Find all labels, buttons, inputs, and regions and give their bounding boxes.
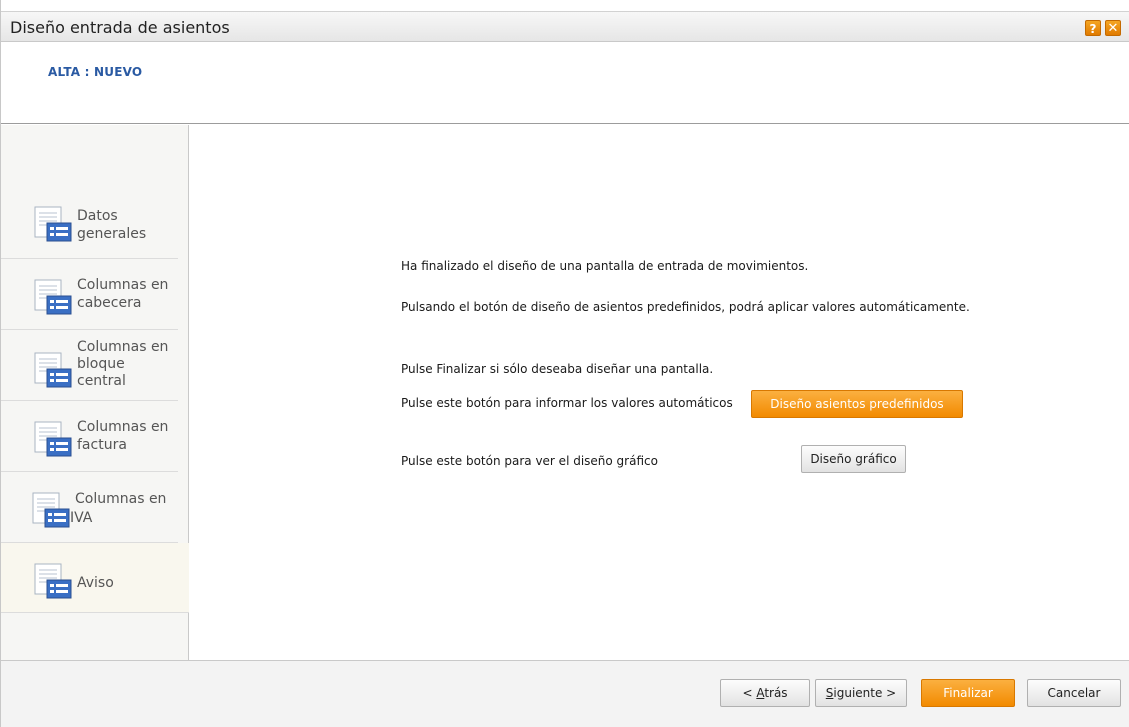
title-bar: Diseño entrada de asientos ? ✕ (1, 11, 1129, 42)
step-label-line2: IVA (70, 510, 93, 526)
window-title: Diseño entrada de asientos (10, 18, 230, 37)
message-auto-values: Pulse este botón para informar los valor… (401, 396, 733, 410)
form-icon (34, 206, 72, 242)
help-icon[interactable]: ? (1085, 20, 1101, 36)
predefined-entries-button[interactable]: Diseño asientos predefinidos (751, 390, 963, 418)
form-icon (34, 563, 72, 599)
next-button[interactable]: Siguiente > (815, 679, 907, 707)
step-label-line2: bloque (77, 356, 125, 372)
wizard-window: Diseño entrada de asientos ? ✕ ALTA : NU… (0, 0, 1129, 727)
step-label-line2: cabecera (77, 295, 142, 311)
step-aviso[interactable]: Aviso (1, 543, 189, 613)
step-label-line1: Columnas en (77, 419, 169, 435)
step-label-line3: central (77, 373, 126, 389)
back-label-rest: trás (764, 686, 788, 700)
step-label-line1: Columnas en (75, 491, 167, 507)
step-columnas-cabecera[interactable]: Columnas en cabecera (1, 259, 178, 330)
mode-label: ALTA : NUEVO (48, 65, 143, 79)
message-finished: Ha finalizado el diseño de una pantalla … (401, 259, 809, 273)
wizard-footer: < Atrás Siguiente > Finalizar Cancelar (1, 660, 1129, 727)
close-icon[interactable]: ✕ (1105, 20, 1121, 36)
form-icon (34, 352, 72, 388)
step-label-line1: Columnas en (77, 339, 169, 355)
form-icon (34, 279, 72, 315)
step-label-line1: Aviso (77, 575, 114, 591)
mode-header: ALTA : NUEVO (1, 43, 1129, 124)
graphic-design-button[interactable]: Diseño gráfico (801, 445, 906, 473)
step-label-line2: factura (77, 437, 127, 453)
step-datos-generales[interactable]: Datos generales (1, 188, 178, 259)
step-label-line2: generales (77, 226, 147, 242)
form-icon (32, 492, 70, 528)
back-button[interactable]: < Atrás (720, 679, 810, 707)
next-label-rest: iguiente > (833, 686, 897, 700)
message-predefined: Pulsando el botón de diseño de asientos … (401, 300, 970, 314)
step-label-line1: Columnas en (77, 277, 169, 293)
step-columnas-iva[interactable]: Columnas en IVA (1, 472, 178, 543)
back-prefix: < (742, 686, 757, 700)
step-label-line1: Datos (77, 208, 118, 224)
form-icon (34, 421, 72, 457)
wizard-steps-sidebar: Datos generales Columnas en cabecera Col… (1, 125, 189, 660)
cancel-button[interactable]: Cancelar (1027, 679, 1121, 707)
step-columnas-bloque-central[interactable]: Columnas en bloque central (1, 330, 178, 401)
finish-button[interactable]: Finalizar (921, 679, 1015, 707)
message-graphic: Pulse este botón para ver el diseño gráf… (401, 454, 658, 468)
message-finalize: Pulse Finalizar si sólo deseaba diseñar … (401, 362, 714, 376)
step-columnas-factura[interactable]: Columnas en factura (1, 401, 178, 472)
main-content: Ha finalizado el diseño de una pantalla … (190, 125, 1129, 660)
